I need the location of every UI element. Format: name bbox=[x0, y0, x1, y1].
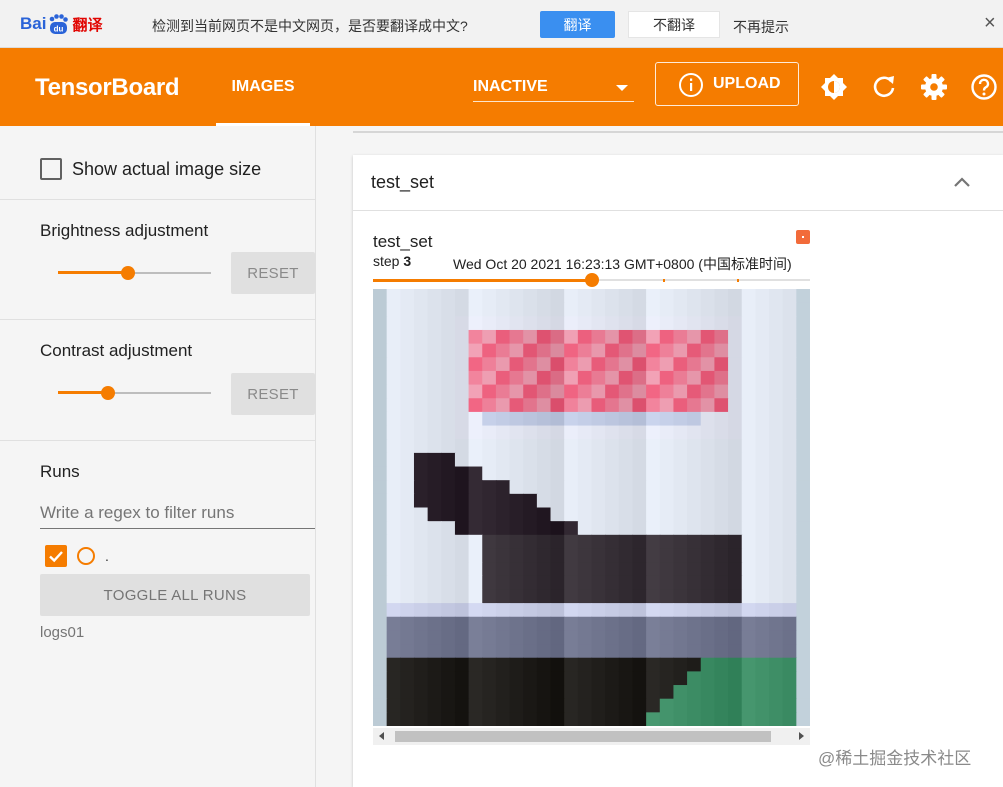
translate-message: 检测到当前网页不是中文网页，是否要翻译成中文? bbox=[152, 18, 468, 34]
app-header: TensorBoard IMAGES INACTIVE UPLOAD bbox=[0, 48, 1003, 126]
dont-translate-button[interactable]: 不翻译 bbox=[628, 11, 720, 38]
settings-gear-icon[interactable] bbox=[919, 72, 949, 102]
plugin-select-value: INACTIVE bbox=[473, 78, 548, 95]
upload-button[interactable]: UPLOAD bbox=[655, 62, 799, 106]
image-size-section: Show actual image size bbox=[0, 126, 315, 200]
image-horizontal-scrollbar[interactable] bbox=[373, 728, 810, 745]
brightness-toggle-icon[interactable] bbox=[819, 72, 849, 102]
help-icon[interactable] bbox=[969, 72, 999, 102]
logo-text: Bai bbox=[20, 14, 47, 33]
plugin-select[interactable]: INACTIVE bbox=[473, 74, 634, 102]
contrast-title: Contrast adjustment bbox=[40, 341, 193, 360]
run-filter-input[interactable] bbox=[40, 498, 315, 529]
step-value: 3 bbox=[403, 253, 412, 269]
logdir-name: logs01 bbox=[40, 624, 85, 641]
chevron-down-icon bbox=[616, 85, 628, 91]
step-label: step bbox=[373, 253, 400, 269]
app-title: TensorBoard bbox=[35, 74, 180, 101]
toggle-all-runs-button[interactable]: TOGGLE ALL RUNS bbox=[40, 574, 310, 616]
run-label: . bbox=[105, 548, 109, 564]
contrast-reset-button[interactable]: RESET bbox=[231, 373, 315, 415]
divider bbox=[353, 131, 1003, 133]
baidu-paw-icon: du bbox=[47, 13, 69, 35]
run-checkbox[interactable] bbox=[45, 545, 67, 567]
logo-suffix: 翻译 bbox=[72, 16, 103, 34]
no-remind-link[interactable]: 不再提示 bbox=[733, 17, 789, 37]
tag-group-card: test_set test_set step 3 Wed Oct 20 2021… bbox=[353, 155, 1003, 787]
step-slider[interactable] bbox=[373, 273, 810, 289]
slider-tick bbox=[663, 279, 665, 282]
sample-image bbox=[373, 289, 810, 726]
run-color-radio[interactable] bbox=[77, 547, 95, 565]
tag-group-title: test_set bbox=[371, 172, 435, 192]
run-color-icon bbox=[796, 230, 810, 244]
slider-thumb[interactable] bbox=[584, 273, 599, 287]
slider-fill bbox=[58, 271, 129, 274]
brightness-section: Brightness adjustment RESET bbox=[0, 200, 315, 320]
info-icon bbox=[679, 73, 703, 97]
slider-fill bbox=[373, 279, 592, 282]
contrast-slider[interactable] bbox=[58, 383, 211, 403]
scrollbar-thumb[interactable] bbox=[395, 731, 771, 742]
sidebar: Show actual image size Brightness adjust… bbox=[0, 126, 316, 787]
watermark: @稀土掘金技术社区 bbox=[818, 749, 972, 768]
slider-tick bbox=[737, 279, 739, 282]
slider-thumb[interactable] bbox=[101, 386, 116, 400]
translate-bar: Bai du 翻译 检测到当前网页不是中文网页，是否要翻译成中文? 翻译 不翻译… bbox=[0, 0, 1003, 48]
scroll-left-icon[interactable] bbox=[379, 732, 384, 740]
upload-label: UPLOAD bbox=[713, 75, 781, 92]
tab-label: IMAGES bbox=[231, 78, 295, 95]
brightness-reset-button[interactable]: RESET bbox=[231, 252, 315, 294]
tab-images[interactable]: IMAGES bbox=[216, 48, 310, 126]
image-tag-name: test_set bbox=[373, 232, 433, 251]
show-actual-size-toggle[interactable]: Show actual image size bbox=[40, 158, 261, 180]
brightness-title: Brightness adjustment bbox=[40, 221, 209, 240]
slider-thumb[interactable] bbox=[121, 266, 136, 280]
image-step: step 3 bbox=[373, 253, 411, 269]
refresh-icon[interactable] bbox=[869, 72, 899, 102]
contrast-section: Contrast adjustment RESET bbox=[0, 320, 315, 441]
chevron-up-icon[interactable] bbox=[951, 172, 973, 194]
check-icon bbox=[49, 551, 63, 563]
close-icon[interactable]: × bbox=[984, 12, 996, 34]
scroll-right-icon[interactable] bbox=[799, 732, 804, 740]
runs-title: Runs bbox=[40, 462, 80, 481]
translate-button[interactable]: 翻译 bbox=[540, 11, 615, 38]
show-actual-size-checkbox[interactable] bbox=[40, 158, 62, 180]
svg-text:du: du bbox=[54, 25, 64, 34]
brightness-slider[interactable] bbox=[58, 263, 211, 283]
show-actual-size-label: Show actual image size bbox=[72, 158, 262, 179]
image-timestamp: Wed Oct 20 2021 16:23:13 GMT+0800 (中国标准时… bbox=[453, 256, 792, 272]
tag-group-header[interactable]: test_set bbox=[353, 155, 1003, 211]
run-row: . bbox=[45, 544, 109, 568]
baidu-translate-logo: Bai du 翻译 bbox=[20, 10, 102, 38]
